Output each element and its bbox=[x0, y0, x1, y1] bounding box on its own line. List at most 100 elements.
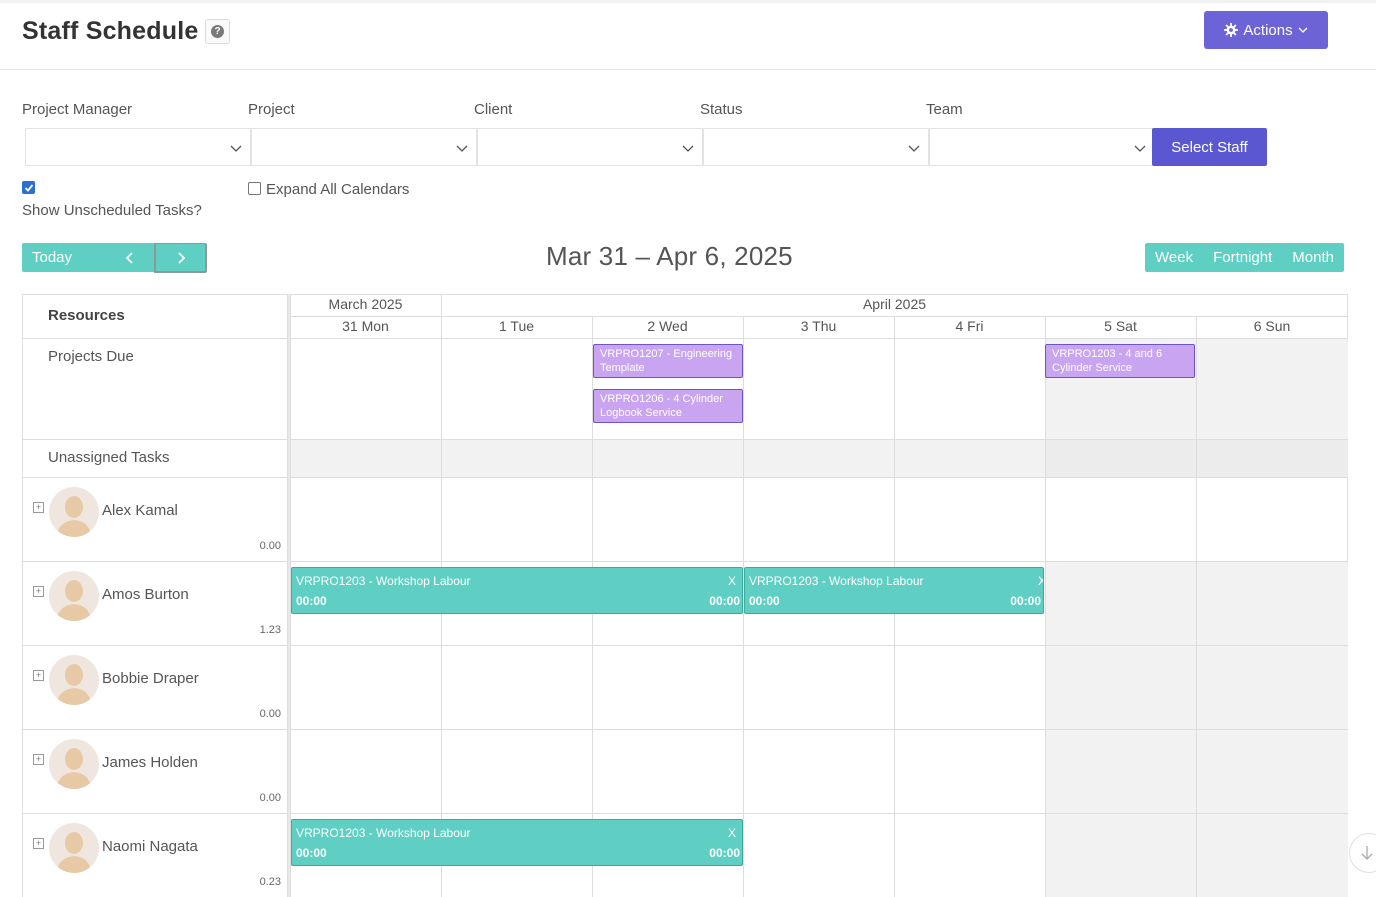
previous-button[interactable] bbox=[106, 243, 154, 272]
divider bbox=[290, 316, 1348, 317]
project-due-event[interactable]: VRPRO1206 - 4 Cylinder Logbook Service bbox=[593, 389, 743, 423]
chevron-left-icon bbox=[125, 251, 133, 264]
day-header: 3 Thu bbox=[800, 318, 837, 334]
staff-name: Bobbie Draper bbox=[102, 670, 199, 687]
expand-icon[interactable]: + bbox=[33, 754, 44, 765]
avatar bbox=[49, 823, 99, 873]
staff-hours: 0.00 bbox=[259, 792, 281, 804]
task-close-button[interactable]: X bbox=[728, 826, 736, 840]
task-event[interactable]: VRPRO1203 - Workshop Labour X 00:00 00:0… bbox=[744, 567, 1044, 614]
staff-row-amos-burton: + Amos Burton 1.23 bbox=[23, 562, 289, 646]
chevron-down-icon bbox=[1134, 145, 1146, 152]
divider bbox=[290, 813, 1348, 814]
expand-icon[interactable]: + bbox=[33, 670, 44, 681]
divider bbox=[290, 645, 1348, 646]
expand-icon[interactable]: + bbox=[33, 502, 44, 513]
help-button[interactable]: ? bbox=[205, 19, 230, 44]
task-title: VRPRO1203 - Workshop Labour bbox=[296, 574, 471, 588]
task-title: VRPRO1203 - Workshop Labour bbox=[296, 826, 471, 840]
divider bbox=[23, 439, 289, 440]
staff-hours: 0.00 bbox=[259, 708, 281, 720]
staff-hours: 0.23 bbox=[259, 876, 281, 888]
task-start-time: 00:00 bbox=[296, 594, 327, 608]
arrow-down-icon bbox=[1361, 846, 1373, 860]
task-title: VRPRO1203 - Workshop Labour bbox=[749, 574, 924, 588]
schedule-grid: March 2025 April 2025 31 Mon 1 Tue 2 Wed… bbox=[290, 294, 1348, 897]
date-range-title: Mar 31 – Apr 6, 2025 bbox=[546, 241, 793, 271]
project-label: Project bbox=[248, 101, 295, 118]
chevron-down-icon bbox=[1298, 27, 1308, 33]
day-header: 6 Sun bbox=[1253, 318, 1291, 334]
avatar bbox=[49, 571, 99, 621]
task-start-time: 00:00 bbox=[296, 846, 327, 860]
chevron-down-icon bbox=[456, 145, 468, 152]
staff-row-james-holden: + James Holden 0.00 bbox=[23, 730, 289, 814]
avatar bbox=[49, 655, 99, 705]
staff-row-naomi-nagata: + Naomi Nagata 0.23 bbox=[23, 814, 289, 897]
divider bbox=[290, 729, 1348, 730]
actions-button[interactable]: Actions bbox=[1204, 11, 1328, 49]
staff-hours: 1.23 bbox=[259, 624, 281, 636]
help-icon: ? bbox=[211, 25, 224, 38]
project-select[interactable] bbox=[251, 128, 477, 166]
expand-icon[interactable]: + bbox=[33, 586, 44, 597]
expand-all-label: Expand All Calendars bbox=[266, 181, 410, 198]
staff-name: Alex Kamal bbox=[102, 502, 178, 519]
today-button[interactable]: Today bbox=[22, 243, 106, 272]
task-event[interactable]: VRPRO1203 - Workshop Labour X 00:00 00:0… bbox=[291, 819, 743, 866]
view-switcher: Week Fortnight Month bbox=[1145, 243, 1344, 272]
month-header: April 2025 bbox=[862, 296, 927, 312]
view-week-button[interactable]: Week bbox=[1145, 243, 1203, 272]
client-select[interactable] bbox=[477, 128, 703, 166]
status-label: Status bbox=[700, 101, 743, 118]
avatar bbox=[49, 739, 99, 789]
avatar bbox=[49, 487, 99, 537]
task-close-button[interactable]: X bbox=[728, 574, 736, 588]
staff-name: Amos Burton bbox=[102, 586, 189, 603]
checkmark-icon bbox=[24, 183, 33, 192]
staff-name: Naomi Nagata bbox=[102, 838, 198, 855]
status-select[interactable] bbox=[703, 128, 929, 166]
chevron-down-icon bbox=[682, 145, 694, 152]
task-event[interactable]: VRPRO1203 - Workshop Labour X 00:00 00:0… bbox=[291, 567, 743, 614]
expand-icon[interactable]: + bbox=[33, 838, 44, 849]
task-end-time: 00:00 bbox=[709, 846, 740, 860]
staff-schedule-page: Staff Schedule ? Actions Project Manager bbox=[0, 0, 1376, 897]
task-close-button[interactable]: X bbox=[1038, 574, 1043, 588]
divider bbox=[290, 338, 1348, 339]
resource-calendar: Resources Projects Due Unassigned Tasks … bbox=[22, 294, 1348, 897]
day-header: 2 Wed bbox=[647, 318, 688, 334]
day-column[interactable] bbox=[1196, 294, 1348, 897]
task-end-time: 00:00 bbox=[1010, 594, 1041, 608]
next-button[interactable] bbox=[154, 243, 207, 273]
project-manager-label: Project Manager bbox=[22, 101, 133, 118]
team-label: Team bbox=[926, 101, 963, 118]
project-due-event[interactable]: VRPRO1207 - Engineering Template bbox=[593, 344, 743, 378]
page-title: Staff Schedule bbox=[22, 17, 199, 45]
chevron-down-icon bbox=[230, 145, 242, 152]
task-end-time: 00:00 bbox=[709, 594, 740, 608]
client-label: Client bbox=[474, 101, 513, 118]
page-header: Staff Schedule ? Actions bbox=[0, 3, 1376, 70]
view-month-button[interactable]: Month bbox=[1282, 243, 1344, 272]
staff-hours: 0.00 bbox=[259, 540, 281, 552]
day-header: 4 Fri bbox=[955, 318, 984, 334]
project-due-event[interactable]: VRPRO1203 - 4 and 6 Cylinder Service bbox=[1045, 344, 1195, 378]
staff-row-alex-kamal: + Alex Kamal 0.00 bbox=[23, 478, 289, 562]
month-header: March 2025 bbox=[328, 296, 403, 312]
expand-all-checkbox[interactable] bbox=[248, 182, 261, 195]
team-select[interactable] bbox=[929, 128, 1155, 166]
divider bbox=[290, 439, 1348, 440]
unassigned-tasks-label: Unassigned Tasks bbox=[48, 449, 170, 466]
project-manager-select[interactable] bbox=[25, 128, 251, 166]
select-staff-button[interactable]: Select Staff bbox=[1152, 128, 1267, 166]
show-unscheduled-checkbox[interactable] bbox=[22, 181, 35, 194]
day-column[interactable] bbox=[1045, 294, 1196, 897]
projects-due-label: Projects Due bbox=[48, 348, 134, 365]
resource-column: Resources Projects Due Unassigned Tasks … bbox=[22, 294, 289, 897]
day-header: 31 Mon bbox=[342, 318, 389, 334]
divider bbox=[23, 294, 289, 295]
scroll-down-button[interactable] bbox=[1349, 833, 1376, 873]
view-fortnight-button[interactable]: Fortnight bbox=[1203, 243, 1282, 272]
show-unscheduled-label: Show Unscheduled Tasks? bbox=[22, 202, 202, 219]
